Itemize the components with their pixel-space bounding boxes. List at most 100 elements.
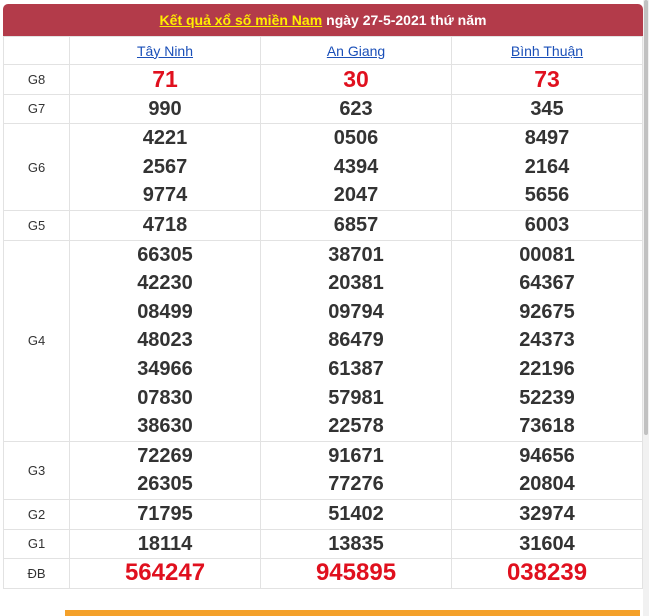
prize-label: G6 — [3, 123, 70, 211]
prize-number: 30 — [343, 66, 369, 92]
prize-number: 91671 — [328, 444, 384, 467]
prize-row: ĐB 564247 945895 038239 — [3, 558, 643, 589]
prize-number: 2047 — [333, 184, 379, 207]
prize-row: G5 4718 6857 6003 — [3, 209, 643, 241]
prize-number: 42230 — [137, 272, 193, 295]
prize-number: 32974 — [519, 502, 575, 525]
prize-row: G1 18114 13835 31604 — [3, 528, 643, 560]
prize-number: 73618 — [519, 415, 575, 438]
scrollbar[interactable] — [643, 0, 649, 616]
prize-number: 52239 — [519, 386, 575, 409]
prize-number: 345 — [530, 97, 564, 120]
province-header: Bình Thuận — [451, 36, 643, 65]
prize-number: 73 — [534, 66, 560, 92]
prize-number: 990 — [148, 97, 182, 120]
prize-number: 24373 — [519, 329, 575, 352]
prize-cell: 66305 42230 08499 48023 34966 07830 38630 — [69, 239, 261, 442]
prize-cell: 51402 — [260, 498, 452, 530]
prize-cell: 623 — [260, 93, 452, 125]
prize-number: 61387 — [328, 357, 384, 380]
prize-number: 31604 — [519, 532, 575, 555]
prize-number: 18114 — [137, 532, 193, 555]
province-header: Tây Ninh — [69, 36, 261, 65]
prize-cell: 32974 — [451, 498, 643, 530]
prize-number: 71 — [152, 66, 178, 92]
prize-number: 623 — [339, 97, 373, 120]
footer-bar — [65, 610, 640, 616]
prize-cell: 71795 — [69, 498, 261, 530]
prize-cell: 18114 — [69, 528, 261, 560]
prize-label: G3 — [3, 440, 70, 500]
prize-number: 94656 — [519, 444, 575, 467]
prize-number: 13835 — [328, 532, 384, 555]
prize-number: 08499 — [137, 300, 193, 323]
prize-number: 72269 — [137, 444, 193, 467]
province-link-an-giang[interactable]: An Giang — [327, 43, 385, 59]
prize-cell: 564247 — [69, 558, 261, 589]
prize-number: 64367 — [519, 272, 575, 295]
prize-row: G7 990 623 345 — [3, 93, 643, 125]
prize-number: 71795 — [137, 502, 193, 525]
prize-number: 4221 — [142, 127, 188, 150]
prize-cell: 94656 20804 — [451, 440, 643, 500]
prize-row: G8 71 30 73 — [3, 64, 643, 95]
results-table: Tây Ninh An Giang Bình Thuận G8 71 30 73 G7 9… — [3, 36, 643, 589]
prize-cell: 72269 26305 — [69, 440, 261, 500]
title-link[interactable]: Kết quả xổ số miền Nam — [160, 12, 323, 28]
prize-number: 26305 — [137, 473, 193, 496]
prize-row: G6 4221 2567 9774 0506 4394 2047 8497 2164 5656 — [3, 123, 643, 211]
prize-number: 09794 — [328, 300, 384, 323]
results-title: Kết quả xổ số miền Nam ngày 27-5-2021 th… — [3, 4, 643, 36]
prize-number: 6003 — [524, 213, 570, 236]
prize-number: 20804 — [519, 473, 575, 496]
prize-cell: 038239 — [451, 558, 643, 589]
prize-row: G4 66305 42230 08499 48023 34966 07830 38630 387… — [3, 239, 643, 442]
prize-number: 34966 — [137, 357, 193, 380]
prize-number: 4394 — [333, 155, 379, 178]
prize-cell: 345 — [451, 93, 643, 125]
province-header: An Giang — [260, 36, 452, 65]
prize-number: 66305 — [137, 243, 193, 266]
prize-number: 38630 — [137, 415, 193, 438]
prize-label: G4 — [3, 239, 70, 442]
prize-cell: 945895 — [260, 558, 452, 589]
prize-number: 9774 — [142, 184, 188, 207]
prize-number: 57981 — [328, 386, 384, 409]
prize-number: 8497 — [524, 127, 570, 150]
prize-number: 22578 — [328, 415, 384, 438]
prize-number: 51402 — [328, 502, 384, 525]
prize-label: G7 — [3, 93, 70, 125]
prize-number: 07830 — [137, 386, 193, 409]
prize-number: 0506 — [333, 127, 379, 150]
prize-number: 2164 — [524, 155, 570, 178]
prize-cell: 990 — [69, 93, 261, 125]
prize-number: 00081 — [519, 243, 575, 266]
prize-label: G8 — [3, 64, 70, 95]
province-link-binh-thuan[interactable]: Bình Thuận — [511, 43, 583, 59]
prize-number: 22196 — [519, 357, 575, 380]
corner-cell — [3, 36, 70, 65]
prize-number: 20381 — [328, 272, 384, 295]
prize-cell: 8497 2164 5656 — [451, 123, 643, 211]
prize-number: 564247 — [124, 559, 206, 587]
prize-label: G5 — [3, 209, 70, 241]
scrollbar-thumb[interactable] — [644, 0, 648, 435]
prize-cell: 4221 2567 9774 — [69, 123, 261, 211]
header-row: Tây Ninh An Giang Bình Thuận — [3, 36, 643, 65]
prize-cell: 00081 64367 92675 24373 22196 52239 73618 — [451, 239, 643, 442]
prize-number: 4718 — [142, 213, 188, 236]
prize-number: 38701 — [328, 243, 384, 266]
prize-number: 48023 — [137, 329, 193, 352]
province-link-tay-ninh[interactable]: Tây Ninh — [137, 43, 193, 59]
prize-cell: 4718 — [69, 209, 261, 241]
title-date: ngày 27-5-2021 thứ năm — [326, 12, 487, 28]
prize-number: 92675 — [519, 300, 575, 323]
prize-number: 77276 — [328, 473, 384, 496]
prize-label: G1 — [3, 528, 70, 560]
prize-number: 6857 — [333, 213, 379, 236]
prize-cell: 0506 4394 2047 — [260, 123, 452, 211]
prize-row: G3 72269 26305 91671 77276 94656 20804 — [3, 440, 643, 500]
prize-cell: 30 — [260, 64, 452, 95]
prize-cell: 6857 — [260, 209, 452, 241]
prize-cell: 38701 20381 09794 86479 61387 57981 22578 — [260, 239, 452, 442]
